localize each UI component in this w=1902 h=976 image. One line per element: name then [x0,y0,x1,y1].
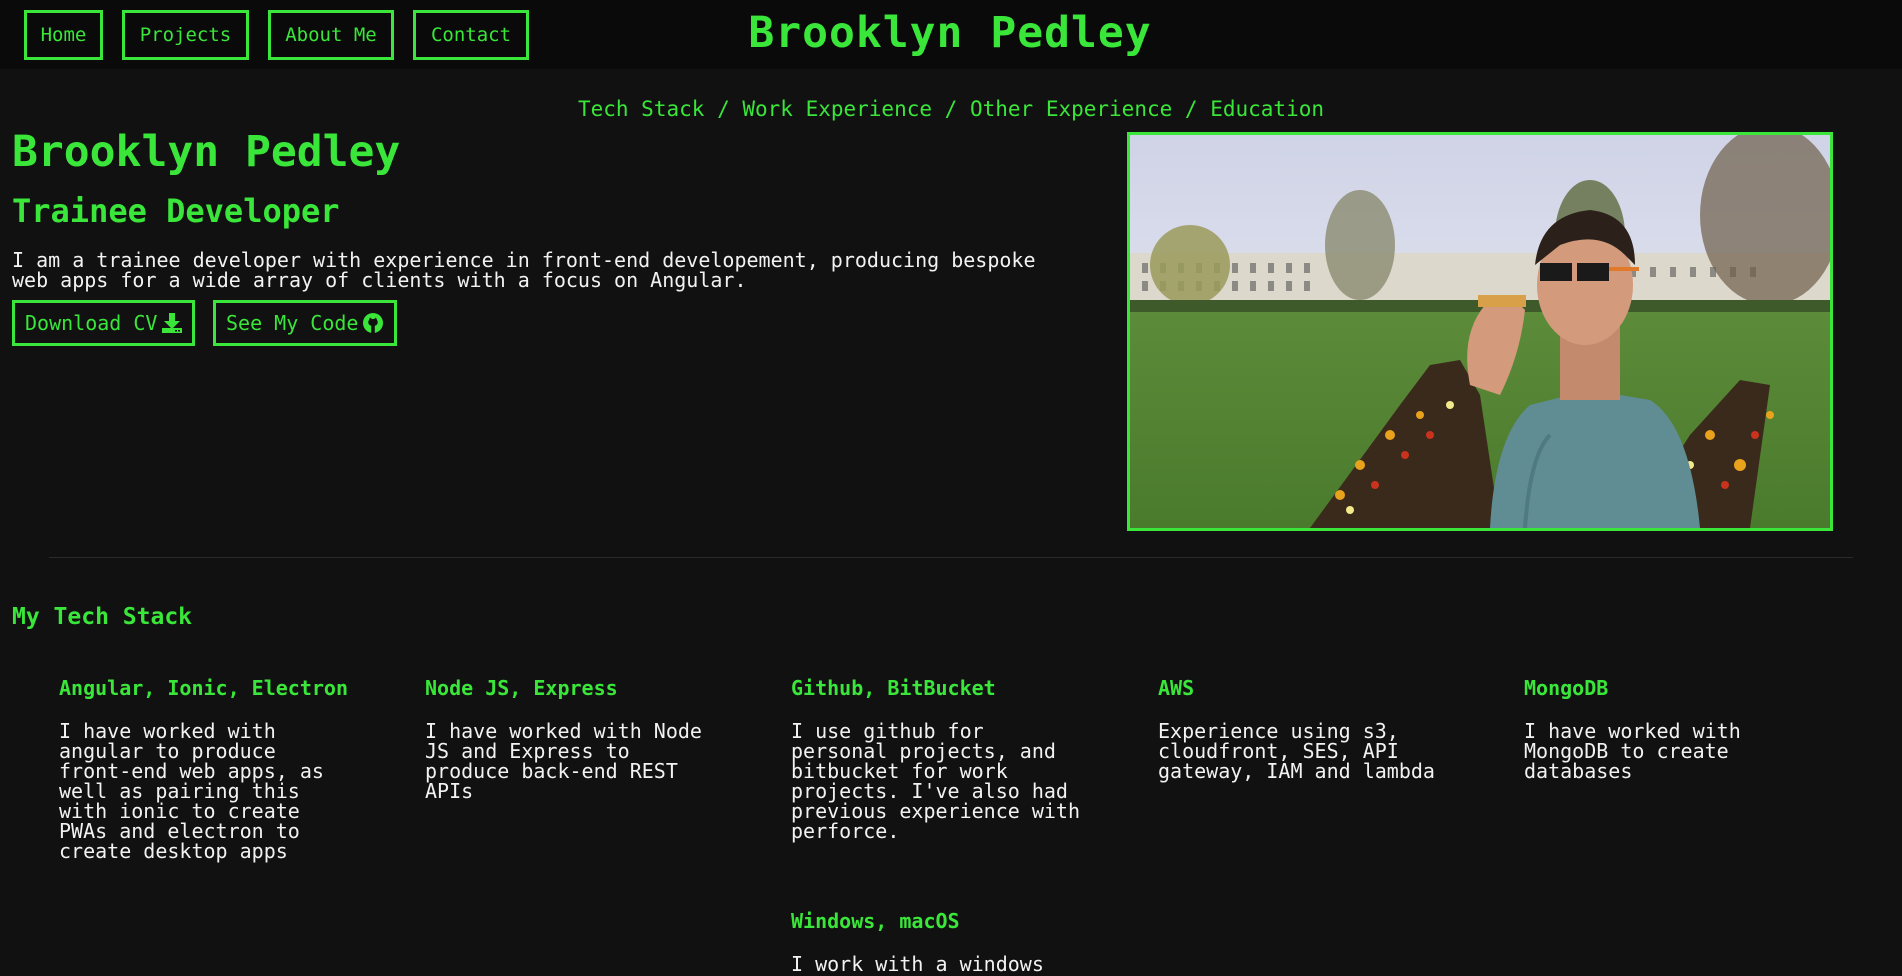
see-my-code-label: See My Code [226,311,359,335]
tech-stack-item-description: I have worked with Node JS and Express t… [425,719,702,803]
tech-stack-item: Angular, Ionic, Electron I have worked w… [59,676,359,861]
tech-stack-item: Windows, macOS I work with a windows [791,909,1091,974]
site-title: Brooklyn Pedley [748,8,1152,58]
nav-home-button[interactable]: Home [24,10,103,60]
tech-stack-item-name: Windows, macOS [791,909,960,933]
tech-stack-title: My Tech Stack [12,604,193,630]
tech-stack-item-description: I use github for personal projects, and … [791,719,1080,843]
tech-stack-item-description: Experience using s3, cloudfront, SES, AP… [1158,719,1435,783]
nav-about-button[interactable]: About Me [268,10,394,60]
breadcrumb-separator: / [944,97,970,121]
download-cv-label: Download CV [25,311,158,335]
breadcrumb-education[interactable]: Education [1210,97,1324,121]
tech-stack-item: Github, BitBucket I use github for perso… [791,676,1091,841]
breadcrumb-separator: / [717,97,743,121]
breadcrumb-work-experience[interactable]: Work Experience [742,97,932,121]
hero-role: Trainee Developer [12,192,340,230]
section-breadcrumb: Tech Stack / Work Experience / Other Exp… [0,97,1902,121]
download-icon [162,313,183,333]
section-divider [49,557,1853,558]
tech-stack-item-name: Angular, Ionic, Electron [59,676,348,700]
profile-photo [1127,132,1833,531]
tech-stack-item-name: Github, BitBucket [791,676,996,700]
breadcrumb-other-experience[interactable]: Other Experience [970,97,1172,121]
tech-stack-item-description: I have worked with MongoDB to create dat… [1524,719,1741,783]
see-my-code-button[interactable]: See My Code [213,300,397,346]
top-navbar: Home Projects About Me Contact Brooklyn … [0,0,1902,69]
hero-description: I am a trainee developer with experience… [12,248,1036,292]
nav-contact-button[interactable]: Contact [413,10,529,60]
tech-stack-item: AWS Experience using s3, cloudfront, SES… [1158,676,1458,781]
hero-name: Brooklyn Pedley [12,127,401,177]
github-icon [363,313,384,333]
nav-projects-button[interactable]: Projects [122,10,249,60]
tech-stack-item-description: I work with a windows [791,952,1044,976]
breadcrumb-separator: / [1184,97,1211,121]
tech-stack-item: MongoDB I have worked with MongoDB to cr… [1524,676,1824,781]
tech-stack-item-description: I have worked with angular to produce fr… [59,719,324,863]
download-cv-button[interactable]: Download CV [12,300,195,346]
tech-stack-item-name: MongoDB [1524,676,1609,700]
tech-stack-item-name: Node JS, Express [425,676,618,700]
breadcrumb-tech-stack[interactable]: Tech Stack [578,97,704,121]
tech-stack-item-name: AWS [1158,676,1195,700]
tech-stack-item: Node JS, Express I have worked with Node… [425,676,725,801]
